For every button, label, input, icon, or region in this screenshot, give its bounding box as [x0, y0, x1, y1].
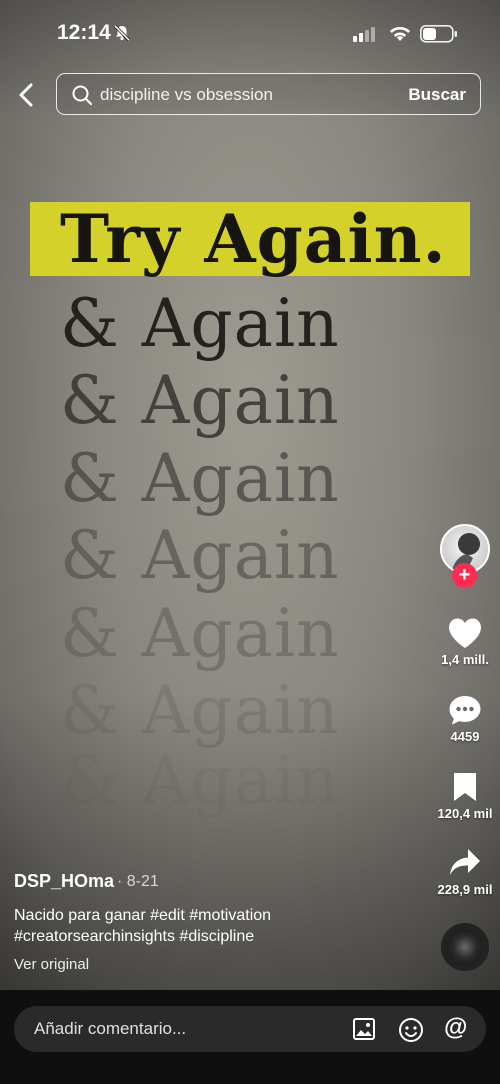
like-button[interactable]: 1,4 mill. [430, 617, 500, 667]
author-name[interactable]: DSP_HOma [14, 871, 114, 892]
video-text-line: & Again [60, 440, 340, 517]
share-count: 228,9 mil [437, 882, 493, 897]
video-text-line: & Again [60, 595, 340, 672]
video-headline: Try Again. [60, 200, 447, 278]
music-disc-icon[interactable] [441, 923, 489, 971]
save-count: 120,4 mil [437, 806, 493, 821]
comment-count: 4459 [450, 729, 480, 744]
comment-bubble-icon [449, 696, 481, 725]
post-date: · 8-21 [117, 873, 159, 890]
status-time: 12:14 [57, 21, 111, 44]
wifi-icon [390, 26, 410, 41]
search-input[interactable]: discipline vs obsession [100, 85, 273, 105]
mention-icon[interactable]: @ [444, 1014, 467, 1042]
heart-icon [449, 618, 481, 648]
bookmark-icon [454, 773, 476, 801]
share-arrow-icon [450, 849, 480, 875]
comment-button[interactable]: 4459 [430, 694, 500, 744]
comment-placeholder: Añadir comentario... [34, 1019, 187, 1038]
status-bar: 12:14 [0, 0, 500, 66]
video-text-line: & Again [60, 742, 340, 819]
bell-muted-icon [113, 24, 131, 42]
video-text-line: & Again [60, 362, 340, 439]
search-button[interactable]: Buscar [408, 85, 466, 105]
like-count: 1,4 mill. [441, 652, 489, 667]
video-text-line: & Again [60, 672, 340, 749]
comment-input[interactable]: Añadir comentario... @ [14, 1006, 486, 1052]
comment-bar: Añadir comentario... @ [0, 990, 500, 1084]
save-button[interactable]: 120,4 mil [430, 771, 500, 821]
search-bar[interactable]: discipline vs obsession Buscar [56, 73, 481, 115]
battery-icon [420, 25, 457, 43]
video-text-line: & Again [60, 517, 340, 594]
back-icon[interactable] [14, 80, 40, 110]
search-icon [72, 85, 93, 106]
cellular-signal-icon [353, 27, 375, 42]
view-original-link[interactable]: Ver original [14, 956, 89, 973]
post-caption[interactable]: Nacido para ganar #edit #motivation #cre… [14, 905, 414, 947]
share-button[interactable]: 228,9 mil [430, 847, 500, 897]
emoji-icon[interactable] [398, 1017, 424, 1043]
image-icon[interactable] [352, 1017, 376, 1041]
video-text-line: & Again [60, 285, 340, 362]
headline-highlight [30, 202, 470, 276]
video-player[interactable]: Try Again. & Again & Again & Again & Aga… [0, 0, 500, 990]
follow-button[interactable]: + [452, 563, 477, 588]
